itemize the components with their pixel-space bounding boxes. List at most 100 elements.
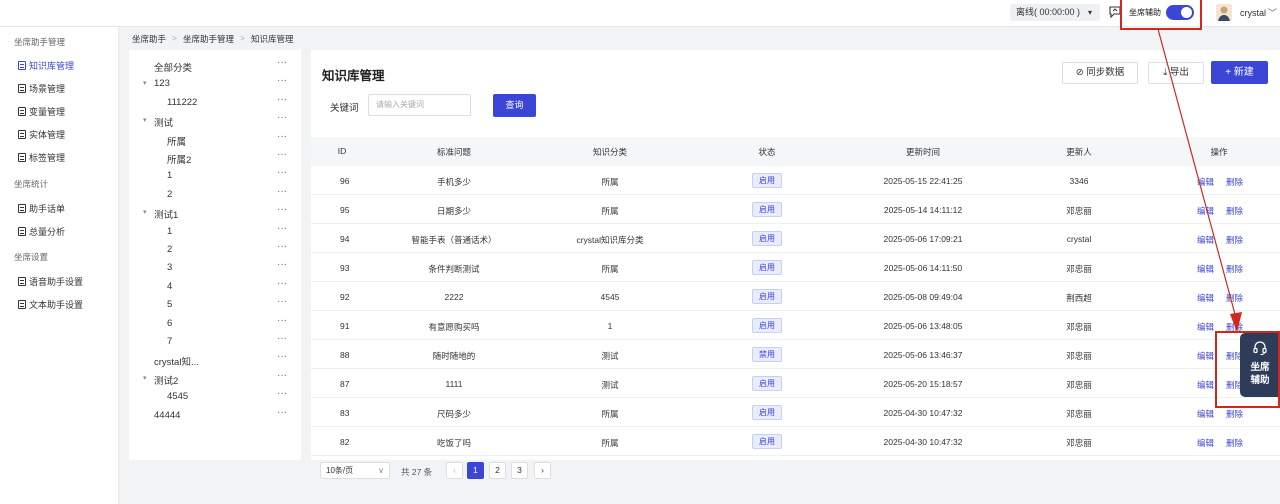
more-icon[interactable]: ··· [277,94,287,105]
category-tree: 全部分类 ··· ▾ 123 ··· 111222 ··· ▾ 测试 ··· 所属 ··· 所属2 ···… [129,50,301,460]
tree-node[interactable]: 44444 ··· [129,407,301,426]
tree-node[interactable]: crystal知... ··· [129,351,301,370]
more-icon[interactable]: ··· [277,204,287,215]
tree-node[interactable]: 3 ··· [129,259,301,278]
avatar[interactable] [1216,4,1232,21]
tree-node-label: 1 [167,225,173,237]
edit-button[interactable]: 编辑 [1197,437,1214,449]
delete-button[interactable]: 删除 [1226,437,1243,449]
more-icon[interactable]: ··· [277,407,287,418]
tree-node[interactable]: 6 ··· [129,315,301,334]
tree-node[interactable]: ▾ 测试 ··· [129,112,301,131]
tree-node[interactable]: 所属 ··· [129,131,301,150]
edit-button[interactable]: 编辑 [1197,321,1214,333]
more-icon[interactable]: ··· [277,370,287,381]
edit-button[interactable]: 编辑 [1197,234,1214,246]
page-size-select[interactable]: 10条/页 ∨ [320,462,390,479]
table-row: 95 日期多少 所属 2025-05-14 14:11:12 邓忠丽 启用 编辑 删除 [311,195,1280,224]
sidebar-item-variables[interactable]: 变量管理 [18,105,65,118]
tree-node[interactable]: 1 ··· [129,223,301,242]
more-icon[interactable]: ··· [277,296,287,307]
tree-node[interactable]: ▾ 123 ··· [129,75,301,94]
cell-user: 邓忠丽 [1066,409,1092,419]
sidebar-item-entities[interactable]: 实体管理 [18,128,65,141]
more-icon[interactable]: ··· [277,112,287,123]
caret-down-icon[interactable]: ▾ [143,79,147,87]
delete-button[interactable]: 删除 [1226,176,1243,188]
delete-button[interactable]: 删除 [1226,263,1243,275]
edit-button[interactable]: 编辑 [1197,292,1214,304]
tree-node[interactable]: 7 ··· [129,333,301,352]
caret-down-icon[interactable]: ▾ [143,374,147,382]
breadcrumb-item[interactable]: 坐席助手管理 [183,33,234,45]
agent-status-dropdown[interactable]: 离线( 00:00:00 ) ▾ [1010,4,1100,21]
more-icon[interactable]: ··· [277,223,287,234]
caret-down-icon[interactable]: ▾ [143,116,147,124]
page-button-3[interactable]: 3 [511,462,528,479]
user-name[interactable]: crystal [1240,8,1266,18]
tree-node[interactable]: 5 ··· [129,296,301,315]
cell-user: 3346 [1069,176,1089,186]
cell-question: 有意愿购买吗 [428,322,480,332]
tree-node[interactable]: 2 ··· [129,186,301,205]
sidebar-item-call-records[interactable]: 助手话单 [18,202,65,215]
more-icon[interactable]: ··· [277,186,287,197]
cell-user: 邓忠丽 [1066,380,1092,390]
more-icon[interactable]: ··· [277,351,287,362]
tree-node[interactable]: ▾ 测试1 ··· [129,204,301,223]
status-badge: 启用 [752,260,782,275]
edit-button[interactable]: 编辑 [1197,379,1214,391]
sidebar-item-scenes[interactable]: 场景管理 [18,82,65,95]
page-button-1[interactable]: 1 [467,462,484,479]
status-badge: 禁用 [752,347,782,362]
tree-node[interactable]: 2 ··· [129,241,301,260]
edit-button[interactable]: 编辑 [1197,176,1214,188]
more-icon[interactable]: ··· [277,131,287,142]
next-page-button[interactable]: › [534,462,551,479]
keyword-input[interactable]: 请输入关键词 [368,94,471,116]
tree-node[interactable]: 1 ··· [129,167,301,186]
edit-button[interactable]: 编辑 [1197,263,1214,275]
cell-question: 日期多少 [436,206,472,216]
breadcrumb-item: 知识库管理 [250,34,294,44]
sidebar-item-voice-assist-settings[interactable]: 语音助手设置 [18,275,83,288]
delete-button[interactable]: 删除 [1226,205,1243,217]
tree-node[interactable]: 111222 ··· [129,94,301,113]
edit-button[interactable]: 编辑 [1197,205,1214,217]
export-button[interactable]: ⤓ 导出 [1148,62,1204,84]
breadcrumb-item[interactable]: 坐席助手 [132,33,166,45]
more-icon[interactable]: ··· [277,241,287,252]
caret-down-icon[interactable]: ▾ [143,208,147,216]
more-icon[interactable]: ··· [277,315,287,326]
tree-node[interactable]: 所属2 ··· [129,149,301,168]
query-button[interactable]: 查询 [493,94,536,117]
sync-data-button[interactable]: ⊘ 同步数据 [1062,62,1138,84]
prev-page-button[interactable]: ‹ [446,462,463,479]
more-icon[interactable]: ··· [277,333,287,344]
more-icon[interactable]: ··· [277,278,287,289]
new-button[interactable]: + 新建 [1211,61,1268,84]
more-icon[interactable]: ··· [277,75,287,86]
sidebar-item-text-assist-settings[interactable]: 文本助手设置 [18,298,83,311]
sidebar-item-total-analysis[interactable]: 总量分析 [18,225,65,238]
tree-node[interactable]: 全部分类 ··· [129,57,301,76]
delete-button[interactable]: 删除 [1226,292,1243,304]
more-icon[interactable]: ··· [277,167,287,178]
doc-icon [18,153,26,162]
more-icon[interactable]: ··· [277,388,287,399]
chevron-down-icon[interactable]: ﹀ [1268,6,1277,19]
sidebar-item-knowledge-base[interactable]: 知识库管理 [18,59,74,72]
sidebar-item-tags[interactable]: 标签管理 [18,151,65,164]
edit-button[interactable]: 编辑 [1197,350,1214,362]
delete-button[interactable]: 删除 [1226,408,1243,420]
tree-node[interactable]: ▾ 测试2 ··· [129,370,301,389]
tree-node[interactable]: 4545 ··· [129,388,301,407]
more-icon[interactable]: ··· [277,149,287,160]
delete-button[interactable]: 删除 [1226,234,1243,246]
cell-category: 测试 [601,380,619,390]
edit-button[interactable]: 编辑 [1197,408,1214,420]
more-icon[interactable]: ··· [277,57,287,68]
more-icon[interactable]: ··· [277,259,287,270]
tree-node[interactable]: 4 ··· [129,278,301,297]
page-button-2[interactable]: 2 [489,462,506,479]
